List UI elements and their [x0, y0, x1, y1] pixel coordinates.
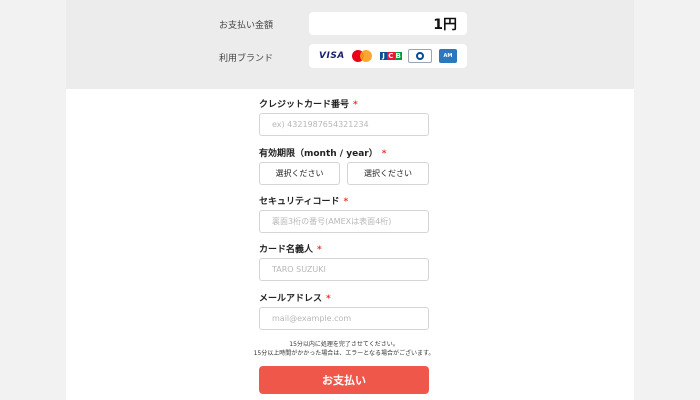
required-mark: * — [326, 294, 331, 304]
card-holder-label: カード名義人 * — [259, 242, 322, 255]
jcb-logo: JCB — [379, 49, 402, 63]
expiry-month-value: 選択ください — [275, 169, 324, 178]
card-holder-input[interactable] — [259, 258, 429, 281]
expiry-label-text: 有効期限（month / year） — [259, 149, 378, 159]
security-code-label: セキュリティコード * — [259, 194, 348, 207]
amount-label: お支払い金額 — [219, 21, 274, 31]
required-mark: * — [343, 197, 349, 207]
payment-page: お支払い金額 1円 利用ブランド VISA JCB AM クレジットカード番号 *… — [0, 0, 700, 400]
mastercard-logo — [351, 49, 373, 63]
card-number-label: クレジットカード番号 * — [259, 97, 358, 110]
expiry-year-value: 選択ください — [364, 169, 412, 178]
visa-logo-text: VISA — [319, 51, 345, 61]
card-number-label-text: クレジットカード番号 — [259, 100, 350, 110]
required-mark: * — [317, 245, 322, 255]
diners-club-logo — [408, 49, 433, 63]
email-input[interactable] — [259, 307, 429, 330]
amount-value: 1円 — [433, 16, 457, 33]
expiry-year-select[interactable]: 選択ください — [347, 162, 429, 185]
left-margin — [0, 0, 66, 400]
card-holder-label-text: カード名義人 — [259, 245, 314, 255]
expiry-label: 有効期限（month / year） * — [259, 146, 386, 159]
time-limit-warning: 15分以上時間がかかった場合は、エラーとなる場合がございます。 — [253, 350, 435, 357]
required-mark: * — [381, 149, 387, 159]
right-margin — [634, 0, 700, 400]
expiry-month-select[interactable]: 選択ください — [259, 162, 340, 185]
security-code-input[interactable] — [259, 210, 429, 233]
email-label: メールアドレス * — [259, 291, 331, 304]
pay-button[interactable]: お支払い — [259, 366, 429, 394]
card-brand-list: VISA JCB AM — [309, 44, 467, 68]
brand-label: 利用ブランド — [219, 54, 274, 64]
amount-display: 1円 — [309, 12, 467, 35]
time-limit-notice: 15分以内に処理を完了させてください。 — [289, 341, 399, 348]
pay-button-label: お支払い — [322, 374, 366, 387]
card-number-input[interactable] — [259, 113, 429, 136]
security-code-label-text: セキュリティコード — [259, 197, 340, 207]
required-mark: * — [353, 100, 358, 110]
amex-logo: AM — [438, 49, 457, 63]
email-label-text: メールアドレス — [259, 294, 323, 304]
visa-logo: VISA — [319, 49, 345, 63]
